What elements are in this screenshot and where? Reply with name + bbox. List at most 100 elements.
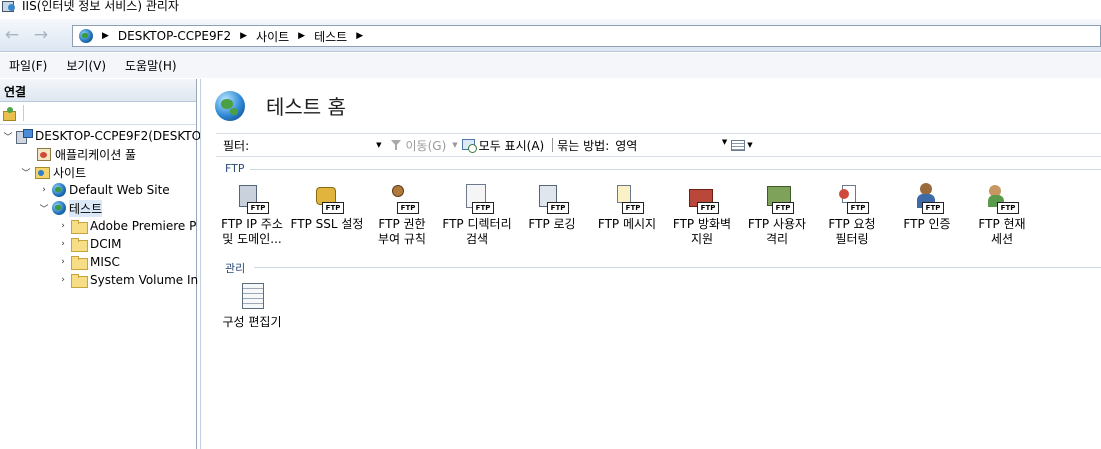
feature-ftp-messages[interactable]: FTP FTP 메시지 (589, 181, 665, 232)
group-by-value: 영역 (615, 138, 638, 153)
tree-node-folder[interactable]: › System Volume In (57, 271, 198, 289)
tree-node-label: System Volume In (90, 273, 199, 287)
feature-configuration-editor[interactable]: 구성 편집기 (214, 279, 290, 330)
feature-ftp-ip-domain[interactable]: FTP FTP IP 주소 및 도메인... (214, 181, 290, 247)
group-header-ftp[interactable]: FTP (225, 162, 245, 175)
feature-label: FTP 메시지 (597, 217, 657, 231)
ftp-request-filtering-icon: FTP (835, 181, 869, 215)
tree-node-label: DESKTOP-CCPE9F2(DESKTOI (35, 129, 205, 143)
menu-help[interactable]: 도움말(H) (125, 57, 177, 74)
site-globe-icon (215, 91, 245, 121)
configuration-editor-icon (235, 279, 269, 313)
menu-bar: 파일(F) 보기(V) 도움말(H) (0, 53, 1101, 78)
filter-input[interactable] (255, 137, 374, 153)
go-label: 이동(G) (405, 138, 447, 153)
expand-chevron-icon[interactable]: › (57, 239, 69, 249)
ftp-ssl-icon: FTP (310, 181, 344, 215)
view-mode-dropdown-arrow-icon[interactable]: ▼ (747, 141, 752, 149)
menu-view[interactable]: 보기(V) (66, 57, 106, 74)
show-all-button[interactable]: 모두 표시(A) (461, 137, 545, 154)
breadcrumb-separator[interactable]: ▶ (356, 31, 363, 41)
feature-label: FTP IP 주소 (221, 217, 283, 231)
funnel-icon (390, 140, 402, 150)
tree-node-label: MISC (90, 255, 120, 269)
feature-ftp-ssl[interactable]: FTP FTP SSL 설정 (289, 181, 365, 232)
menu-file[interactable]: 파일(F) (9, 57, 47, 74)
feature-label: 격리 (765, 232, 789, 246)
feature-label: FTP 요청 (828, 217, 876, 231)
feature-label: 지원 (690, 232, 714, 246)
show-all-label: 모두 표시(A) (478, 138, 545, 153)
feature-ftp-logging[interactable]: FTP FTP 로깅 (514, 181, 590, 232)
tree-node-label: DCIM (90, 237, 122, 251)
feature-ftp-current-sessions[interactable]: FTP FTP 현재 세션 (964, 181, 1040, 247)
view-mode-icon[interactable] (731, 139, 746, 151)
breadcrumb-item-server[interactable]: DESKTOP-CCPE9F2 (118, 29, 231, 43)
expand-chevron-icon[interactable]: › (57, 275, 69, 285)
expand-chevron-icon[interactable]: › (57, 257, 69, 267)
group-by-label: 묶는 방법: (557, 138, 610, 153)
feature-label: FTP 사용자 (747, 217, 807, 231)
features-view: 테스트 홈 필터: ▼ 이동(G) ▼ 모두 표시(A) 묶는 방법: 영역 ▼… (200, 79, 1101, 449)
globe-icon (52, 183, 66, 197)
folder-icon (71, 220, 88, 234)
filter-dropdown-arrow-icon[interactable]: ▼ (376, 141, 381, 149)
collapse-chevron-icon[interactable]: ﹀ (38, 202, 50, 215)
breadcrumb[interactable]: ▶ DESKTOP-CCPE9F2 ▶ 사이트 ▶ 테스트 ▶ (72, 25, 1101, 47)
breadcrumb-item-sites[interactable]: 사이트 (256, 28, 289, 45)
tree-node-sites[interactable]: ﹀ 사이트 (20, 163, 86, 181)
group-by-dropdown-arrow-icon[interactable]: ▼ (722, 138, 727, 146)
back-button[interactable]: ← (0, 26, 24, 46)
ftp-user-isolation-icon: FTP (760, 181, 794, 215)
ftp-current-sessions-icon: FTP (985, 181, 1019, 215)
breadcrumb-separator[interactable]: ▶ (298, 31, 305, 41)
tree-node-test-site[interactable]: ﹀ 테스트 (38, 199, 103, 217)
tree-node-label: Default Web Site (69, 183, 170, 197)
window-title: IIS(인터넷 정보 서비스) 관리자 (22, 0, 179, 13)
feature-label: 세션 (990, 232, 1014, 246)
ftp-messages-icon: FTP (610, 181, 644, 215)
expand-chevron-icon[interactable]: › (57, 221, 69, 231)
feature-label: FTP 로깅 (528, 217, 576, 231)
create-connection-icon[interactable] (2, 106, 16, 121)
tree-node-default-web-site[interactable]: › Default Web Site (38, 181, 170, 199)
breadcrumb-separator[interactable]: ▶ (240, 31, 247, 41)
feature-label: 및 도메인... (222, 232, 282, 246)
breadcrumb-item-site[interactable]: 테스트 (314, 28, 347, 45)
feature-ftp-authentication[interactable]: FTP FTP 인증 (889, 181, 965, 232)
folder-icon (71, 274, 88, 288)
tree-node-app-pools[interactable]: 애플리케이션 풀 (22, 145, 136, 163)
show-all-icon (461, 139, 477, 153)
go-button[interactable]: 이동(G) ▼ (390, 137, 458, 154)
feature-ftp-directory-browsing[interactable]: FTP FTP 디렉터리 검색 (439, 181, 515, 247)
feature-ftp-user-isolation[interactable]: FTP FTP 사용자 격리 (739, 181, 815, 247)
filter-bar: 필터: ▼ 이동(G) ▼ 모두 표시(A) 묶는 방법: 영역 ▼ ▼ (216, 133, 1101, 157)
page-title: 테스트 홈 (266, 95, 346, 119)
globe-icon (79, 29, 93, 43)
group-header-management[interactable]: 관리 (225, 260, 245, 276)
feature-ftp-authorization[interactable]: FTP FTP 권한 부여 규칙 (364, 181, 440, 247)
tree-node-folder[interactable]: › MISC (57, 253, 120, 271)
tree-node-server[interactable]: ﹀ DESKTOP-CCPE9F2(DESKTOI (2, 127, 205, 145)
feature-ftp-firewall[interactable]: FTP FTP 방화벽 지원 (664, 181, 740, 247)
collapse-chevron-icon[interactable]: ﹀ (20, 166, 32, 179)
go-dropdown-arrow-icon[interactable]: ▼ (452, 141, 457, 149)
forward-button[interactable]: → (29, 26, 53, 46)
feature-label: FTP 방화벽 (672, 217, 732, 231)
breadcrumb-separator[interactable]: ▶ (102, 31, 109, 41)
title-bar: IIS(인터넷 정보 서비스) 관리자 (0, 0, 1101, 16)
feature-label: FTP SSL 설정 (290, 217, 364, 231)
tree-node-folder[interactable]: › Adobe Premiere P (57, 217, 196, 235)
connections-header: 연결 (0, 79, 196, 102)
server-icon (16, 129, 33, 144)
globe-icon (52, 201, 66, 215)
expand-chevron-icon[interactable]: › (38, 185, 50, 195)
group-divider (254, 267, 1101, 268)
ftp-directory-browsing-icon: FTP (460, 181, 494, 215)
tree-node-folder[interactable]: › DCIM (57, 235, 122, 253)
group-by-select[interactable]: 영역 ▼ (615, 137, 727, 154)
collapse-chevron-icon[interactable]: ﹀ (2, 130, 14, 143)
address-bar: ← → ▶ DESKTOP-CCPE9F2 ▶ 사이트 ▶ 테스트 ▶ (0, 19, 1101, 52)
feature-label: FTP 디렉터리 (442, 217, 512, 231)
feature-ftp-request-filtering[interactable]: FTP FTP 요청 필터링 (814, 181, 890, 247)
